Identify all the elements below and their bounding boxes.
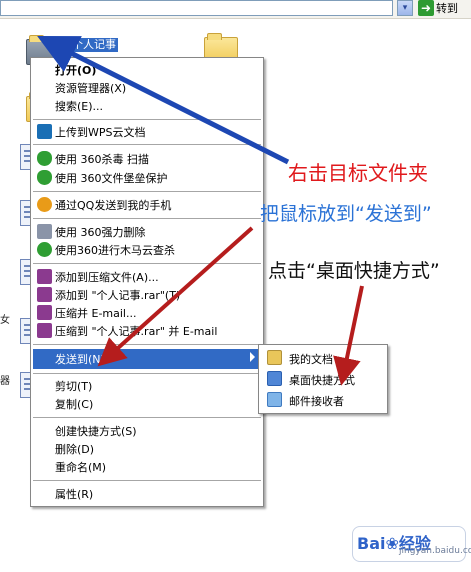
arrow-to-folder — [37, 36, 290, 165]
baidu-jingyan-watermark: Bai❀经验 jingyan.baidu.com — [352, 526, 471, 562]
annotation-step3: 点击“桌面快捷方式” — [268, 260, 440, 282]
arrow-to-send-to — [97, 226, 254, 367]
annotation-arrows — [37, 36, 364, 386]
annotation-step2: 把鼠标放到“发送到” — [260, 203, 432, 225]
arrow-to-desktop-shortcut — [333, 285, 364, 386]
watermark-url: jingyan.baidu.com — [399, 546, 471, 556]
annotation-step1: 右击目标文件夹 — [288, 161, 428, 185]
